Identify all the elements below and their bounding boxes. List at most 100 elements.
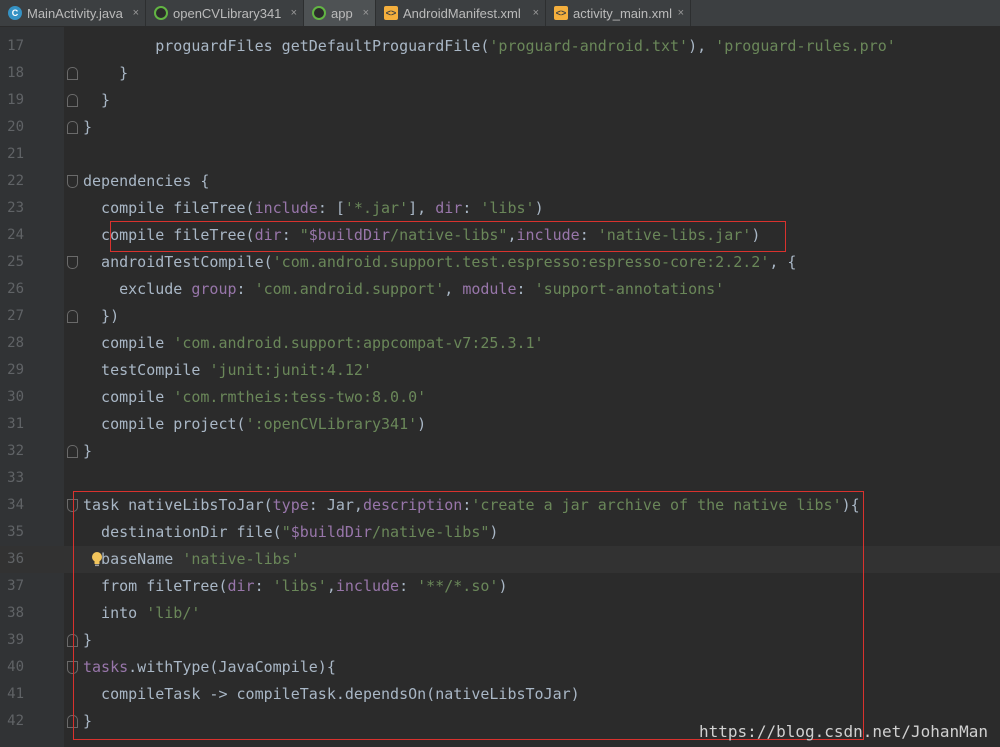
code-text: testCompile 'junit:junit:4.12' (83, 357, 372, 384)
line-number: 22 (7, 173, 24, 189)
line-number: 31 (7, 416, 24, 432)
line-number: 29 (7, 362, 24, 378)
code-token: 'support-annotations' (534, 280, 725, 298)
code-token: } (83, 118, 93, 136)
line-number: 41 (7, 686, 24, 702)
gradle-file-icon (312, 6, 326, 20)
code-line[interactable]: 30 compile 'com.rmtheis:tess-two:8.0.0' (0, 384, 1000, 411)
fold-end-icon[interactable] (67, 445, 78, 458)
code-token: compile (83, 388, 174, 406)
code-token: dependencies { (83, 172, 210, 190)
highlight-box-task-block (73, 491, 864, 740)
code-token: '*.jar' (344, 199, 409, 217)
line-number: 39 (7, 632, 24, 648)
line-number: 33 (7, 470, 24, 486)
tab-label: app (331, 5, 353, 21)
code-text: } (83, 60, 128, 87)
code-line[interactable]: 31 compile project(':openCVLibrary341') (0, 411, 1000, 438)
code-line[interactable]: 28 compile 'com.android.support:appcompa… (0, 330, 1000, 357)
line-number: 23 (7, 200, 24, 216)
code-text: }) (83, 303, 119, 330)
tab-opencvlibrary341[interactable]: openCVLibrary341 × (146, 0, 304, 26)
code-token: 'libs' (480, 199, 535, 217)
code-line[interactable]: 21 (0, 141, 1000, 168)
code-line[interactable]: 25 androidTestCompile('com.android.suppo… (0, 249, 1000, 276)
code-token: ) (417, 415, 427, 433)
fold-collapse-icon[interactable] (67, 256, 78, 269)
line-number: 19 (7, 92, 24, 108)
code-token: exclude (83, 280, 192, 298)
code-line[interactable]: 20} (0, 114, 1000, 141)
line-number: 35 (7, 524, 24, 540)
tab-app[interactable]: app × (304, 0, 376, 26)
code-line[interactable]: 29 testCompile 'junit:junit:4.12' (0, 357, 1000, 384)
code-text: dependencies { (83, 168, 209, 195)
line-number: 37 (7, 578, 24, 594)
code-text: compile 'com.rmtheis:tess-two:8.0.0' (83, 384, 426, 411)
xml-file-icon: <> (384, 6, 398, 20)
code-line[interactable]: 32} (0, 438, 1000, 465)
code-token: testCompile (83, 361, 210, 379)
java-class-icon: C (8, 6, 22, 20)
fold-end-icon[interactable] (67, 310, 78, 323)
tab-label: MainActivity.java (27, 5, 123, 21)
highlight-box-compile-line (110, 221, 786, 252)
code-token: 'com.android.support.test.espresso:espre… (272, 253, 770, 271)
code-token: : (462, 199, 481, 217)
line-number: 17 (7, 38, 24, 54)
code-text: } (83, 87, 110, 114)
line-number: 27 (7, 308, 24, 324)
code-token: dir (435, 199, 463, 217)
fold-collapse-icon[interactable] (67, 175, 78, 188)
code-token: ], (408, 199, 436, 217)
line-number: 21 (7, 146, 24, 162)
code-token: 'com.rmtheis:tess-two:8.0.0' (173, 388, 427, 406)
tab-androidmanifest-xml[interactable]: <> AndroidManifest.xml × (376, 0, 546, 26)
code-token: androidTestCompile( (83, 253, 273, 271)
fold-end-icon[interactable] (67, 94, 78, 107)
fold-end-icon[interactable] (67, 67, 78, 80)
code-line[interactable]: 27 }) (0, 303, 1000, 330)
code-line[interactable]: 23 compile fileTree(include: ['*.jar'], … (0, 195, 1000, 222)
line-number: 42 (7, 713, 24, 729)
tab-label: openCVLibrary341 (173, 5, 282, 21)
tab-label: AndroidManifest.xml (403, 5, 521, 21)
code-text: proguardFiles getDefaultProguardFile('pr… (83, 33, 896, 60)
line-number: 24 (7, 227, 24, 243)
tab-mainactivity-java[interactable]: C MainActivity.java × (0, 0, 146, 26)
line-number: 38 (7, 605, 24, 621)
fold-end-icon[interactable] (67, 121, 78, 134)
line-number: 26 (7, 281, 24, 297)
code-line[interactable]: 26 exclude group: 'com.android.support',… (0, 276, 1000, 303)
line-number: 20 (7, 119, 24, 135)
close-icon[interactable]: × (363, 6, 369, 20)
code-token: : (516, 280, 535, 298)
code-line[interactable]: 18 } (0, 60, 1000, 87)
close-icon[interactable]: × (291, 6, 297, 20)
code-token: : [ (317, 199, 345, 217)
line-number: 36 (7, 551, 24, 567)
xml-file-icon: <> (554, 6, 568, 20)
close-icon[interactable]: × (678, 6, 684, 20)
code-line[interactable]: 22 dependencies { (0, 168, 1000, 195)
code-token: , (444, 280, 463, 298)
close-icon[interactable]: × (533, 6, 539, 20)
code-token: : (236, 280, 255, 298)
line-number: 34 (7, 497, 24, 513)
tab-activity-main-xml[interactable]: <> activity_main.xml × (546, 0, 691, 26)
code-text: compile project(':openCVLibrary341') (83, 411, 426, 438)
line-number: 18 (7, 65, 24, 81)
code-line[interactable]: 33 (0, 465, 1000, 492)
code-line[interactable]: 17 proguardFiles getDefaultProguardFile(… (0, 33, 1000, 60)
code-token: 'com.android.support' (254, 280, 445, 298)
close-icon[interactable]: × (133, 6, 139, 20)
line-number: 30 (7, 389, 24, 405)
code-token: compile fileTree( (83, 199, 255, 217)
code-token: 'junit:junit:4.12' (209, 361, 372, 379)
code-token: }) (83, 307, 120, 325)
code-token: 'proguard-android.txt' (489, 37, 689, 55)
line-number: 28 (7, 335, 24, 351)
code-line[interactable]: 19 } (0, 87, 1000, 114)
code-token: 'proguard-rules.pro' (715, 37, 896, 55)
code-token: proguardFiles getDefaultProguardFile( (83, 37, 490, 55)
